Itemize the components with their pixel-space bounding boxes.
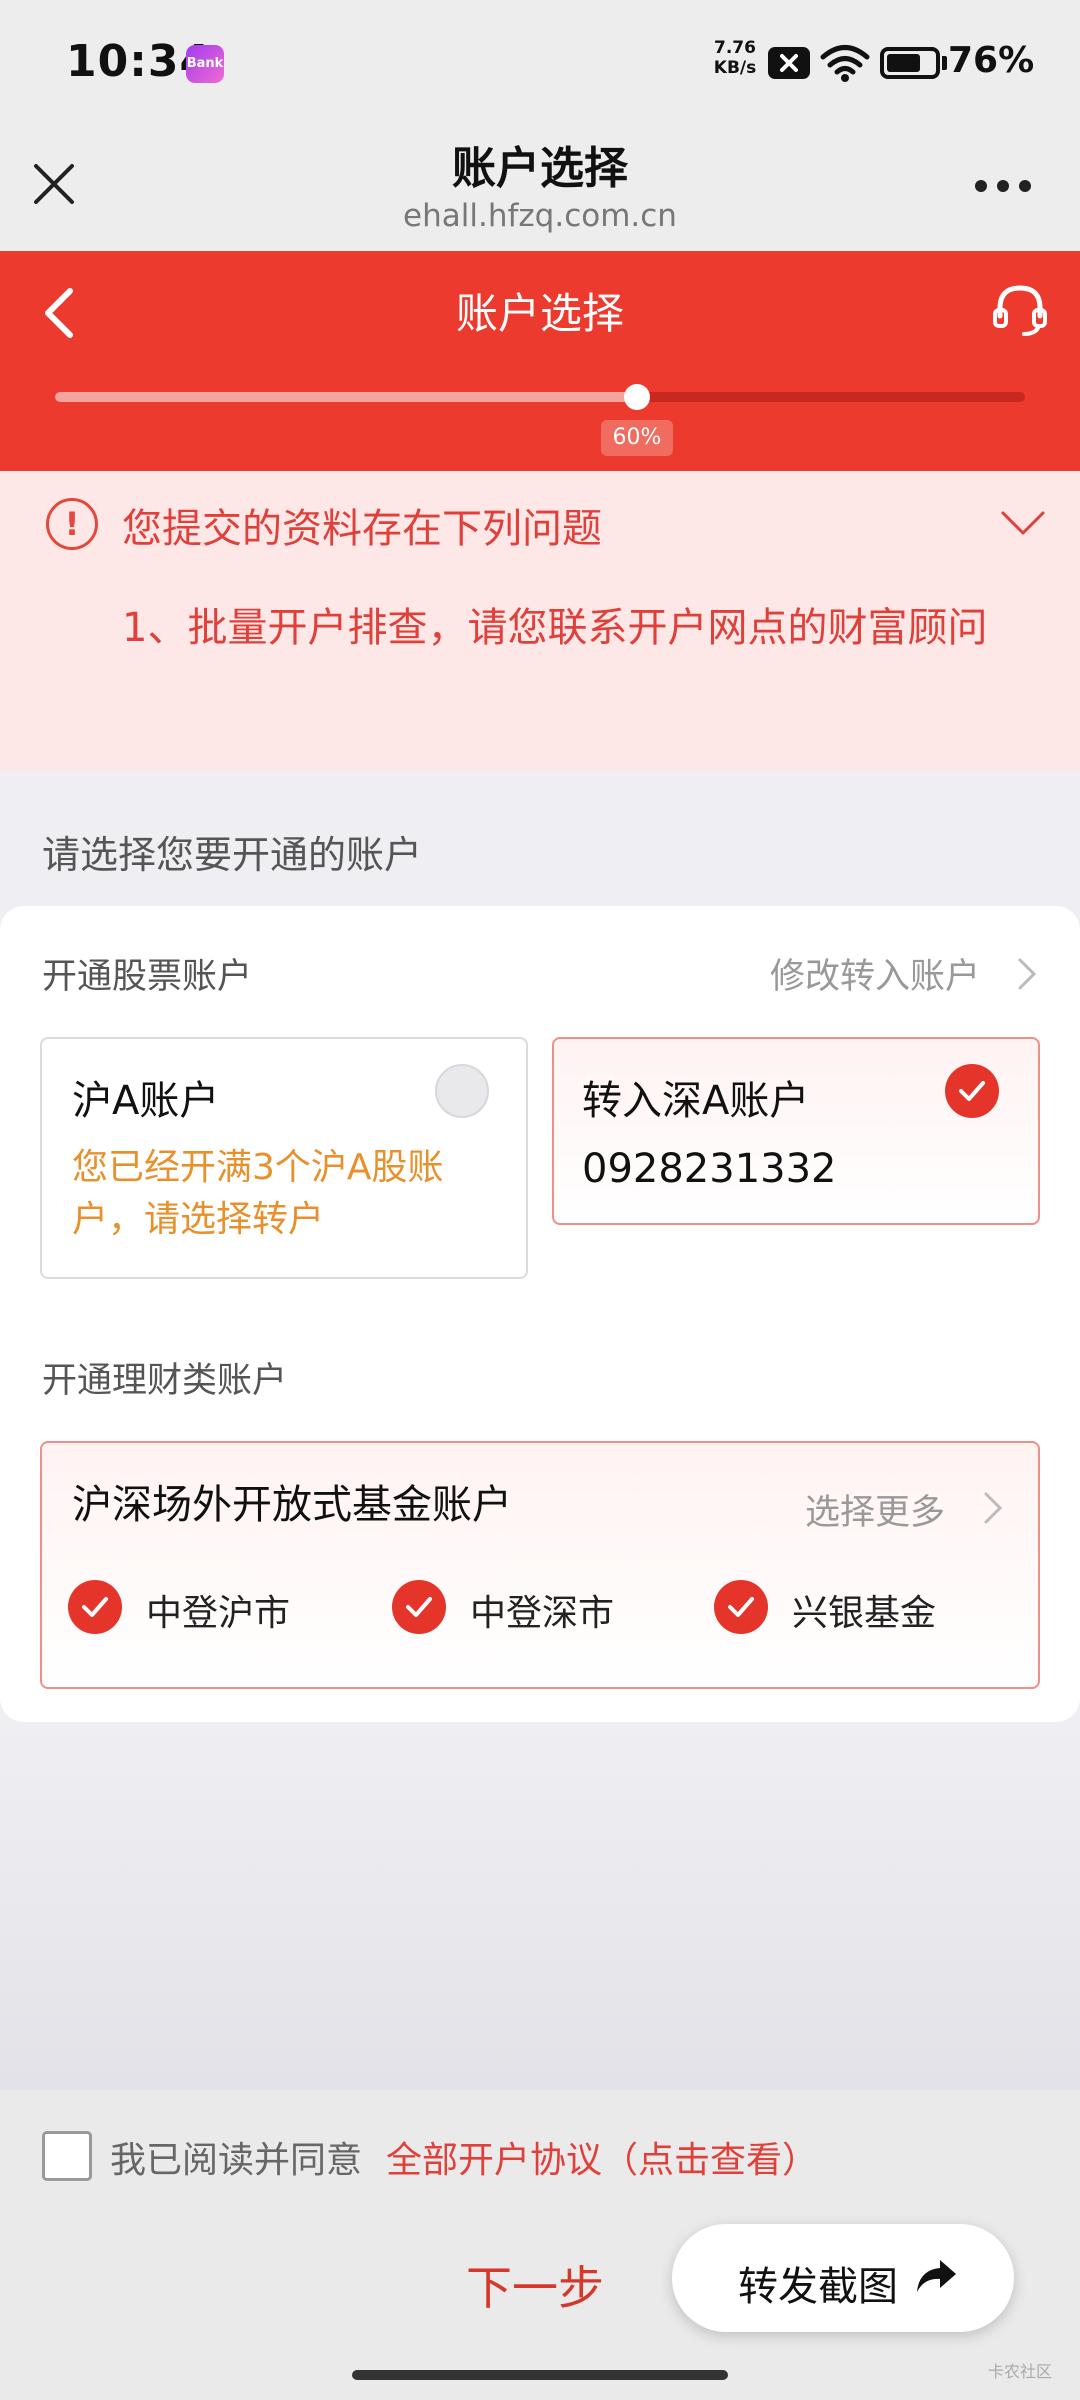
fund-option-label: 中登沪市	[146, 1593, 291, 1634]
page-title: 账户选择	[455, 289, 624, 338]
checkmark-icon[interactable]	[714, 1580, 768, 1634]
sh-a-radio[interactable]	[435, 1064, 489, 1118]
agree-checkbox[interactable]	[42, 2131, 92, 2181]
agree-text: 我已阅读并同意	[110, 2140, 363, 2181]
select-more-link[interactable]: 选择更多	[805, 1484, 945, 1535]
browser-page-title: 账户选择	[452, 143, 628, 194]
chevron-down-icon[interactable]	[1000, 508, 1046, 538]
sh-a-account-title: 沪A账户	[72, 1078, 220, 1124]
progress-knob	[624, 384, 650, 410]
no-sim-icon	[768, 47, 810, 79]
wifi-icon	[820, 45, 870, 82]
app-notification-icon: Bank	[186, 45, 224, 83]
more-icon[interactable]	[975, 180, 1035, 194]
progress-fill	[55, 392, 637, 402]
section-title: 请选择您要开通的账户	[42, 833, 423, 877]
modify-transfer-link[interactable]: 修改转入账户	[770, 948, 980, 999]
error-item: 1、批量开户排查，请您联系开户网点的财富顾问	[122, 605, 988, 651]
sz-a-account-number: 0928231332	[582, 1146, 837, 1192]
share-icon[interactable]	[914, 2254, 958, 2298]
alert-icon: !	[46, 498, 98, 550]
share-screenshot-label[interactable]: 转发截图	[738, 2254, 898, 2312]
home-indicator	[352, 2370, 728, 2380]
battery-percent: 76%	[948, 40, 1035, 81]
checkmark-icon[interactable]	[392, 1580, 446, 1634]
agreement-link[interactable]: 全部开户协议（点击查看）	[386, 2131, 818, 2183]
sz-a-account-title: 转入深A账户	[582, 1078, 810, 1124]
headset-icon[interactable]	[992, 282, 1048, 338]
network-speed: 7.76 KB/s	[713, 38, 757, 78]
browser-url: ehall.hfzq.com.cn	[403, 198, 677, 234]
battery-icon	[880, 47, 940, 79]
error-title: 您提交的资料存在下列问题	[122, 506, 602, 552]
chevron-right-icon[interactable]	[1016, 956, 1038, 992]
fund-option-label: 中登深市	[470, 1593, 615, 1634]
checkmark-icon[interactable]	[68, 1580, 122, 1634]
checkmark-icon[interactable]	[945, 1064, 999, 1118]
progress-label: 60%	[601, 420, 673, 456]
wealth-account-label: 开通理财类账户	[42, 1361, 288, 1401]
next-button[interactable]: 下一步	[466, 2252, 604, 2318]
chevron-right-icon[interactable]	[982, 1490, 1004, 1526]
fund-account-title: 沪深场外开放式基金账户	[72, 1482, 512, 1528]
watermark: 卡农社区	[988, 2362, 1053, 2381]
empty-area	[0, 1722, 1080, 2090]
sh-a-account-note: 您已经开满3个沪A股账户，请选择转户	[72, 1147, 444, 1240]
fund-option-label: 兴银基金	[792, 1593, 937, 1634]
battery-tip	[942, 56, 947, 70]
stock-account-label: 开通股票账户	[42, 957, 253, 997]
